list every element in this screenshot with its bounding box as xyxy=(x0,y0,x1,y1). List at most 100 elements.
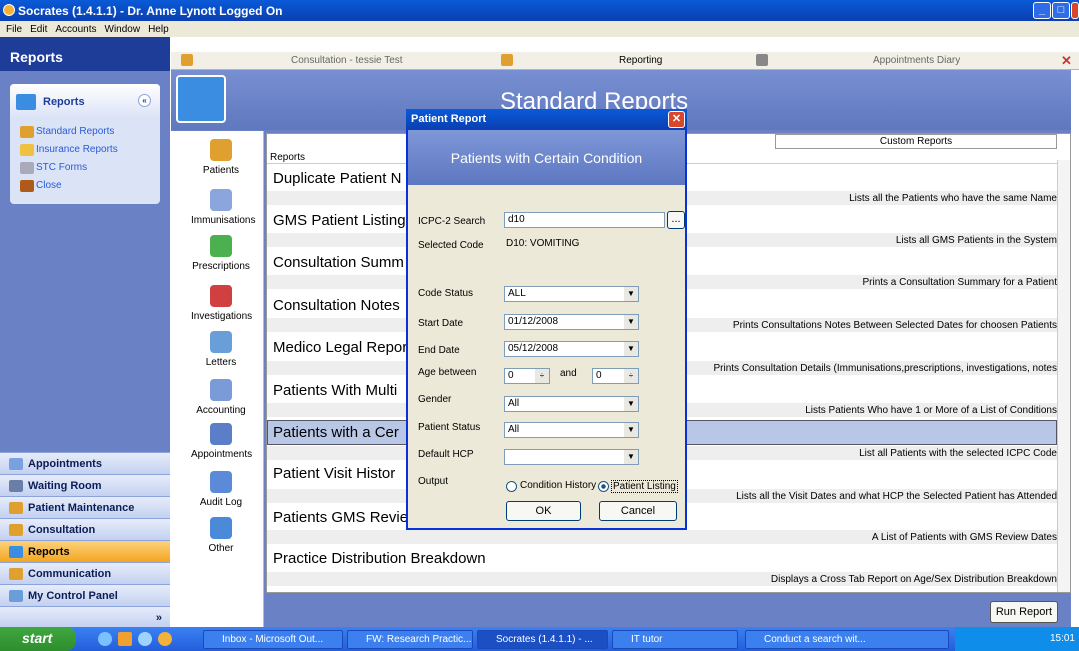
selected-code-value: D10: VOMITING xyxy=(506,238,580,249)
spinner-icon[interactable]: ÷ xyxy=(535,369,549,383)
tab-appointments-diary[interactable]: Appointments Diary xyxy=(873,55,960,66)
category-other[interactable]: Other xyxy=(191,517,251,554)
menu-edit[interactable]: Edit xyxy=(30,24,47,35)
nav-reports[interactable]: Reports xyxy=(0,540,170,562)
reporting-tab-icon xyxy=(501,54,513,66)
ie-icon[interactable] xyxy=(98,632,112,646)
nav-patient-maintenance[interactable]: Patient Maintenance xyxy=(0,496,170,518)
task-it-tutor[interactable]: IT tutor xyxy=(612,630,738,649)
menu-window[interactable]: Window xyxy=(105,24,141,35)
maximize-button[interactable]: □ xyxy=(1052,2,1070,19)
run-report-button[interactable]: Run Report xyxy=(990,601,1058,623)
chevron-down-icon: ▼ xyxy=(624,423,638,437)
report-title[interactable]: Patients GMS Revie xyxy=(273,509,408,526)
icpc-search-input[interactable]: d10 xyxy=(504,212,665,228)
icpc-browse-button[interactable]: ... xyxy=(667,211,685,229)
gender-select[interactable]: All ▼ xyxy=(504,396,639,412)
category-label: Audit Log xyxy=(199,497,243,508)
browser-icon[interactable] xyxy=(138,632,152,646)
menu-help[interactable]: Help xyxy=(148,24,169,35)
report-categories: Patients Immunisations Prescriptions Inv… xyxy=(171,131,264,627)
consultation-icon xyxy=(9,524,23,536)
nav-communication[interactable]: Communication xyxy=(0,562,170,584)
open-tabs-strip: Consultation - tessie Test Reporting App… xyxy=(171,52,1079,70)
close-button[interactable] xyxy=(1071,2,1079,19)
report-title[interactable]: Consultation Summ xyxy=(273,254,404,271)
chevron-down-icon: ▼ xyxy=(624,342,638,356)
patient-status-select[interactable]: All ▼ xyxy=(504,422,639,438)
selected-code-label: Selected Code xyxy=(418,240,484,251)
socrates-quicklaunch-icon[interactable] xyxy=(158,632,172,646)
task-fw-research[interactable]: FW: Research Practic... xyxy=(347,630,473,649)
vertical-scrollbar[interactable] xyxy=(1057,160,1070,592)
dialog-close-icon[interactable]: ✕ xyxy=(668,111,685,128)
start-date-value: 01/12/2008 xyxy=(508,316,559,327)
report-title[interactable]: Patient Visit Histor xyxy=(273,465,395,482)
report-title[interactable]: Medico Legal Repor xyxy=(273,339,407,356)
nav-appointments[interactable]: Appointments xyxy=(0,452,170,474)
end-date-value: 05/12/2008 xyxy=(508,343,559,354)
start-date-picker[interactable]: 01/12/2008 ▼ xyxy=(504,314,639,330)
task-socrates[interactable]: Socrates (1.4.1.1) - ... xyxy=(477,630,608,649)
report-title[interactable]: GMS Patient Listing xyxy=(273,212,406,229)
report-title[interactable]: Patients With Multi xyxy=(273,382,397,399)
link-stc-forms[interactable]: STC Forms xyxy=(36,162,87,173)
collapse-chevron-icon[interactable]: « xyxy=(138,94,151,107)
category-prescriptions[interactable]: Prescriptions xyxy=(191,235,251,272)
reports-group-title: Reports xyxy=(43,96,85,108)
category-audit-log[interactable]: Audit Log xyxy=(191,471,251,508)
link-insurance-reports[interactable]: Insurance Reports xyxy=(36,144,118,155)
code-status-select[interactable]: ALL ▼ xyxy=(504,286,639,302)
category-appointments[interactable]: Appointments xyxy=(191,423,252,460)
radio-condition-history[interactable] xyxy=(506,481,517,492)
tab-consultation[interactable]: Consultation - tessie Test xyxy=(291,55,403,66)
investigations-icon xyxy=(210,285,232,307)
menu-accounts[interactable]: Accounts xyxy=(55,24,96,35)
nav-waiting-room[interactable]: Waiting Room xyxy=(0,474,170,496)
outlook-icon[interactable] xyxy=(118,632,132,646)
reports-nav-icon xyxy=(9,546,23,558)
radio-patient-listing-label[interactable]: Patient Listing xyxy=(611,480,678,493)
report-title[interactable]: Consultation Notes xyxy=(273,297,400,314)
category-patients[interactable]: Patients xyxy=(191,139,251,176)
report-description: Prints Consultations Notes Between Selec… xyxy=(732,320,1057,331)
nav-label: Communication xyxy=(28,568,112,580)
category-immunisations[interactable]: Immunisations xyxy=(191,189,255,226)
nav-consultation[interactable]: Consultation xyxy=(0,518,170,540)
age-to-stepper[interactable]: 0 ÷ xyxy=(592,368,639,384)
link-close[interactable]: Close xyxy=(36,180,62,191)
standard-reports-logo-icon xyxy=(176,75,226,123)
window-titlebar: Socrates (1.4.1.1) - Dr. Anne Lynott Log… xyxy=(0,0,1079,21)
report-title[interactable]: Duplicate Patient N xyxy=(273,170,401,187)
tab-reporting[interactable]: Reporting xyxy=(619,55,662,66)
category-label: Prescriptions xyxy=(192,261,250,272)
start-date-label: Start Date xyxy=(418,318,464,329)
nav-my-control-panel[interactable]: My Control Panel xyxy=(0,584,170,606)
report-title[interactable]: Practice Distribution Breakdown xyxy=(273,550,486,567)
radio-patient-listing[interactable] xyxy=(598,481,609,492)
task-inbox[interactable]: Inbox - Microsoft Out... xyxy=(203,630,343,649)
age-from-stepper[interactable]: 0 ÷ xyxy=(504,368,550,384)
minimize-button[interactable]: _ xyxy=(1033,2,1051,19)
radio-condition-history-label[interactable]: Condition History xyxy=(520,480,596,491)
menu-file[interactable]: File xyxy=(6,24,22,35)
category-accounting[interactable]: Accounting xyxy=(191,379,251,416)
gender-value: All xyxy=(508,398,520,409)
start-button[interactable]: start xyxy=(0,627,76,651)
category-letters[interactable]: Letters xyxy=(191,331,251,368)
task-conduct-search[interactable]: Conduct a search wit... xyxy=(745,630,949,649)
tab-custom-reports[interactable]: Custom Reports xyxy=(775,134,1057,149)
default-hcp-select[interactable]: ▼ xyxy=(504,449,639,465)
nav-more-chevron-icon[interactable]: » xyxy=(0,606,170,627)
cancel-button[interactable]: Cancel xyxy=(599,501,677,521)
diary-tab-icon xyxy=(756,54,768,66)
link-standard-reports[interactable]: Standard Reports xyxy=(36,126,114,137)
ok-button[interactable]: OK xyxy=(506,501,581,521)
reports-group-header[interactable]: Reports « xyxy=(10,84,160,118)
category-investigations[interactable]: Investigations xyxy=(191,285,252,322)
close-tab-icon[interactable]: ✕ xyxy=(1061,53,1072,69)
end-date-picker[interactable]: 05/12/2008 ▼ xyxy=(504,341,639,357)
report-title[interactable]: Patients with a Cer xyxy=(273,424,399,441)
nav-label: Consultation xyxy=(28,524,96,536)
spinner-icon[interactable]: ÷ xyxy=(624,369,638,383)
